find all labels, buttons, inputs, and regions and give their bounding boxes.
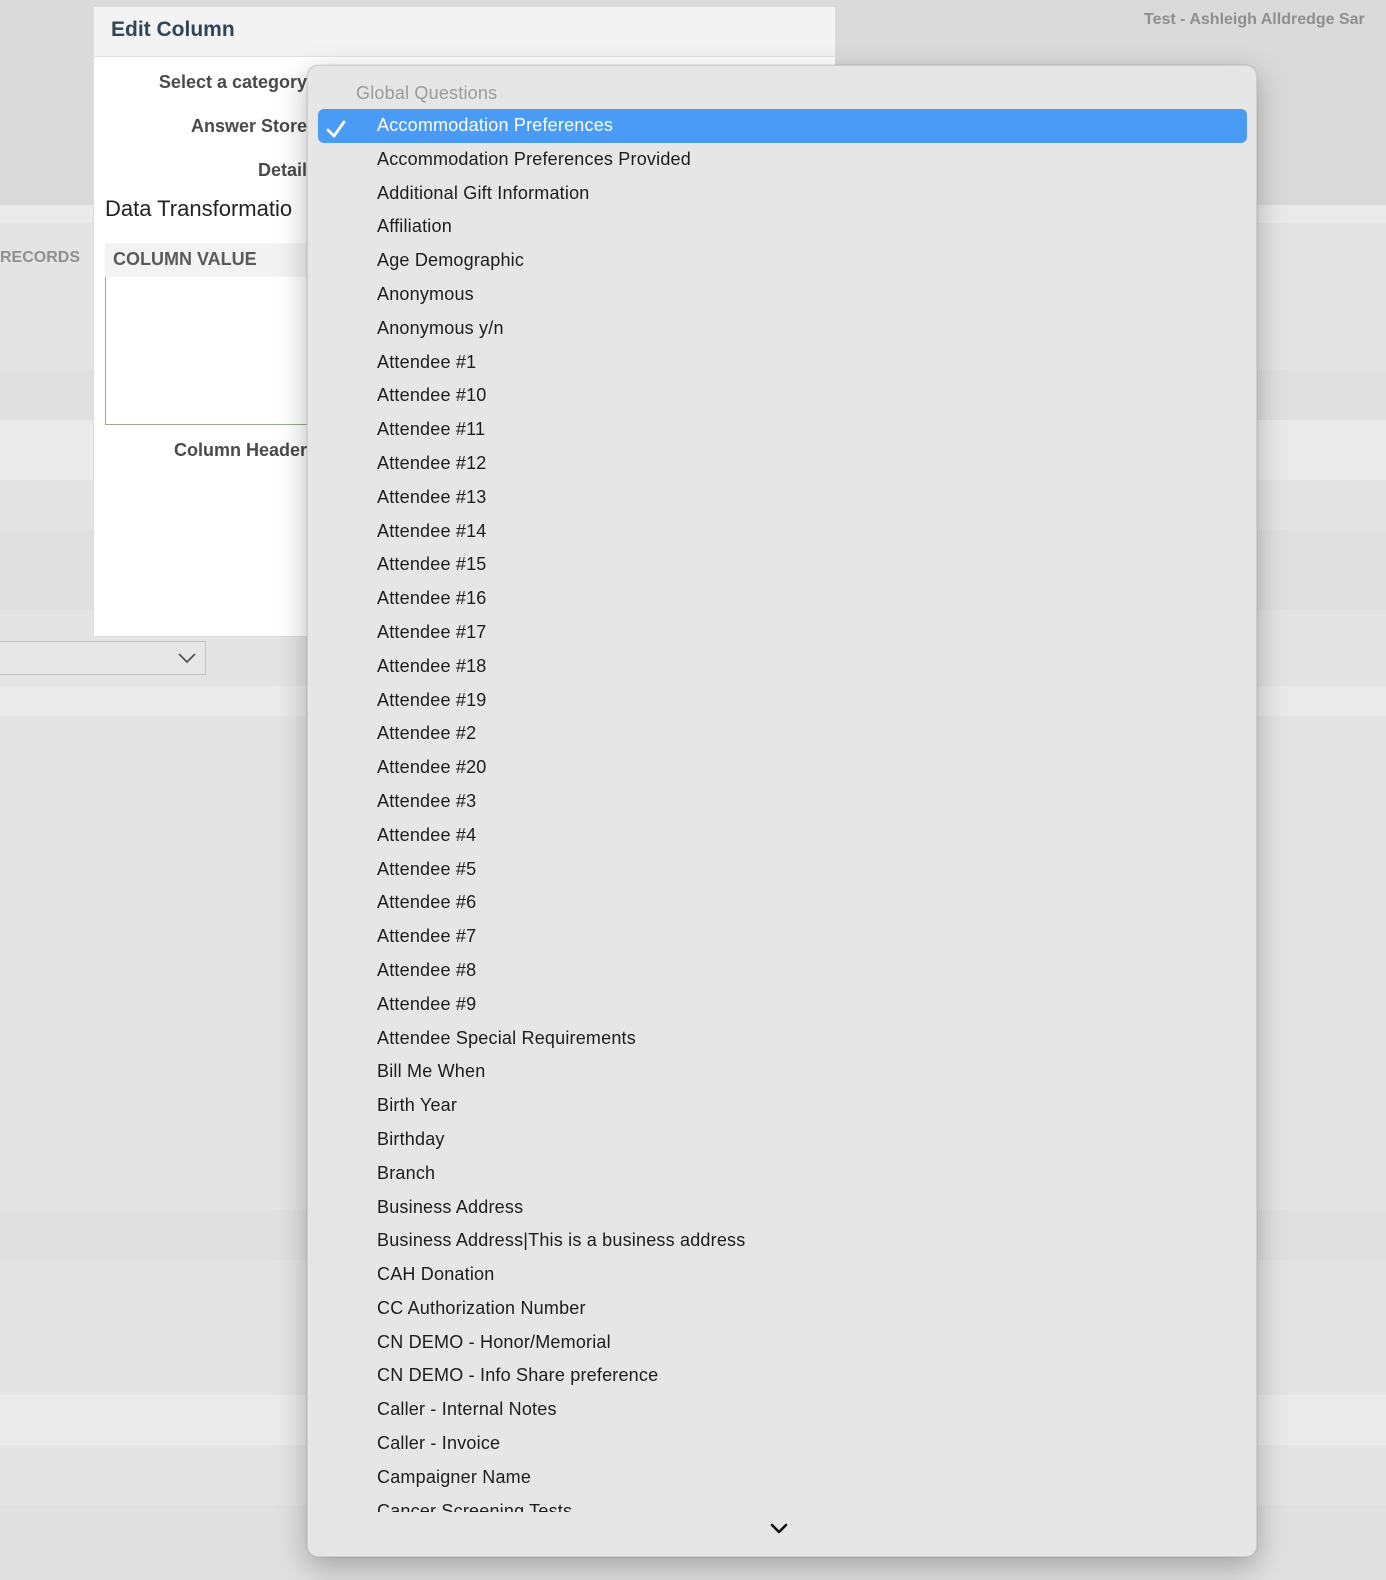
dropdown-option-label: Cancer Screening Tests	[377, 1500, 573, 1512]
dropdown-option-label: Additional Gift Information	[377, 182, 590, 203]
dropdown-option-label: Attendee #19	[377, 689, 487, 710]
dropdown-option-label: Affiliation	[377, 216, 452, 237]
dropdown-option-label: Attendee #9	[377, 993, 477, 1014]
dropdown-option[interactable]: Anonymous y/n	[318, 312, 1247, 346]
dropdown-option-label: Birthday	[377, 1128, 445, 1149]
dropdown-option-label: Accommodation Preferences Provided	[377, 148, 691, 169]
dropdown-option[interactable]: Attendee #18	[318, 650, 1247, 684]
dropdown-option[interactable]: Attendee #20	[318, 751, 1247, 785]
dropdown-option[interactable]: Attendee #2	[318, 717, 1247, 751]
dropdown-option[interactable]: Accommodation Preferences Provided	[318, 143, 1247, 177]
dropdown-option[interactable]: Attendee #4	[318, 819, 1247, 853]
dropdown-option[interactable]: Attendee #15	[318, 548, 1247, 582]
dropdown-option-label: Attendee #11	[377, 419, 486, 440]
dropdown-option[interactable]: CN DEMO - Honor/Memorial	[318, 1326, 1247, 1360]
dropdown-option-label: Attendee #10	[377, 385, 487, 406]
dropdown-option-label: Attendee #8	[377, 959, 477, 980]
dropdown-option-label: Campaigner Name	[377, 1466, 532, 1487]
dropdown-option-label: Attendee #1	[377, 351, 477, 372]
dropdown-option[interactable]: Attendee #9	[318, 988, 1247, 1022]
dropdown-option-label: Attendee #6	[377, 892, 477, 913]
dropdown-option-label: Attendee #4	[377, 824, 477, 845]
dropdown-option[interactable]: Attendee #5	[318, 853, 1247, 887]
option-list[interactable]: Accommodation Preferences Accommodation P…	[318, 109, 1247, 1512]
dropdown-option-label: Attendee #18	[377, 655, 487, 676]
dropdown-option[interactable]: Birth Year	[318, 1089, 1247, 1123]
dropdown-option[interactable]: Cancer Screening Tests	[318, 1495, 1247, 1512]
dropdown-option[interactable]: Campaigner Name	[318, 1461, 1247, 1495]
dropdown-option-label: Attendee #5	[377, 858, 477, 879]
dropdown-option[interactable]: Attendee #16	[318, 582, 1247, 616]
dropdown-option-label: Attendee #20	[377, 757, 487, 778]
chevron-down-icon	[177, 650, 197, 671]
records-label: RECORDS	[0, 249, 80, 266]
chevron-down-icon[interactable]	[767, 1521, 791, 1542]
dropdown-option[interactable]: CN DEMO - Info Share preference	[318, 1359, 1247, 1393]
dropdown-option[interactable]: Business Address|This is a business addr…	[318, 1224, 1247, 1258]
dropdown-option[interactable]: Attendee #17	[318, 616, 1247, 650]
dropdown-option-label: Attendee #12	[377, 452, 487, 473]
category-dropdown-menu[interactable]: Global Questions Accommodation Preferenc…	[307, 65, 1257, 1557]
column-header-label: Column Header	[173, 440, 307, 460]
dropdown-option[interactable]: Attendee #6	[318, 886, 1247, 920]
dropdown-option[interactable]: Affiliation	[318, 210, 1247, 244]
dropdown-option-label: CN DEMO - Honor/Memorial	[377, 1331, 611, 1352]
tenant-name[interactable]: Test - Ashleigh Alldredge Sar	[1144, 11, 1365, 29]
dropdown-option-label: Attendee #16	[377, 588, 487, 609]
dropdown-option-label: Attendee #14	[377, 520, 487, 541]
dropdown-option[interactable]: Accommodation Preferences	[318, 109, 1247, 143]
dropdown-option[interactable]: Attendee #7	[318, 920, 1247, 954]
dropdown-option[interactable]: Attendee #14	[318, 515, 1247, 549]
dropdown-option-label: CN DEMO - Info Share preference	[377, 1365, 659, 1386]
option-group-label: Global Questions	[356, 83, 498, 103]
panel-title: Edit Column	[94, 7, 835, 57]
dropdown-option-label: Business Address|This is a business addr…	[377, 1230, 746, 1251]
dropdown-option[interactable]: CAH Donation	[318, 1258, 1247, 1292]
dropdown-option-label: Anonymous y/n	[377, 317, 504, 338]
answer-store-label: Answer Store	[190, 116, 307, 136]
dropdown-option-label: Attendee #2	[377, 723, 477, 744]
dropdown-option-label: Age Demographic	[377, 250, 525, 271]
dropdown-option-label: Accommodation Preferences	[377, 115, 614, 135]
data-transformation-heading: Data Transformatio	[105, 196, 293, 221]
background-select[interactable]	[0, 641, 206, 675]
dropdown-option-label: Caller - Invoice	[377, 1433, 501, 1454]
dropdown-option[interactable]: Additional Gift Information	[318, 177, 1247, 211]
dropdown-option-label: CC Authorization Number	[377, 1297, 586, 1318]
dropdown-option[interactable]: Attendee #3	[318, 785, 1247, 819]
dropdown-option[interactable]: Attendee #11	[318, 413, 1247, 447]
dropdown-option[interactable]: Attendee #10	[318, 379, 1247, 413]
dropdown-option-label: Anonymous	[377, 283, 474, 304]
dropdown-option[interactable]: Attendee Special Requirements	[318, 1022, 1247, 1056]
dropdown-option-label: Attendee Special Requirements	[377, 1027, 636, 1048]
dropdown-option[interactable]: Bill Me When	[318, 1055, 1247, 1089]
dropdown-option[interactable]: Branch	[318, 1157, 1247, 1191]
dropdown-option[interactable]: Birthday	[318, 1123, 1247, 1157]
dropdown-option-label: Business Address	[377, 1196, 524, 1217]
dropdown-option[interactable]: CC Authorization Number	[318, 1292, 1247, 1326]
dropdown-option[interactable]: Caller - Internal Notes	[318, 1393, 1247, 1427]
dropdown-option[interactable]: Caller - Invoice	[318, 1427, 1247, 1461]
dropdown-option-label: Attendee #7	[377, 926, 477, 947]
dropdown-option-label: Attendee #15	[377, 554, 487, 575]
dropdown-option[interactable]: Attendee #19	[318, 684, 1247, 718]
dropdown-option-label: Caller - Internal Notes	[377, 1399, 557, 1420]
dropdown-option-label: Attendee #13	[377, 486, 487, 507]
dropdown-option-label: Attendee #17	[377, 621, 487, 642]
dropdown-option[interactable]: Attendee #13	[318, 481, 1247, 515]
dropdown-option-label: Branch	[377, 1162, 436, 1183]
dropdown-option-label: CAH Donation	[377, 1264, 495, 1285]
dropdown-option[interactable]: Anonymous	[318, 278, 1247, 312]
dropdown-option[interactable]: Age Demographic	[318, 244, 1247, 278]
dropdown-option[interactable]: Attendee #1	[318, 346, 1247, 380]
category-label: Select a category	[158, 72, 307, 92]
dropdown-option-label: Birth Year	[377, 1095, 458, 1116]
dropdown-option[interactable]: Business Address	[318, 1191, 1247, 1225]
dropdown-option-label: Bill Me When	[377, 1061, 486, 1082]
detail-label: Detail	[257, 160, 307, 180]
dropdown-option[interactable]: Attendee #8	[318, 954, 1247, 988]
dropdown-option[interactable]: Attendee #12	[318, 447, 1247, 481]
dropdown-option-label: Attendee #3	[377, 790, 477, 811]
